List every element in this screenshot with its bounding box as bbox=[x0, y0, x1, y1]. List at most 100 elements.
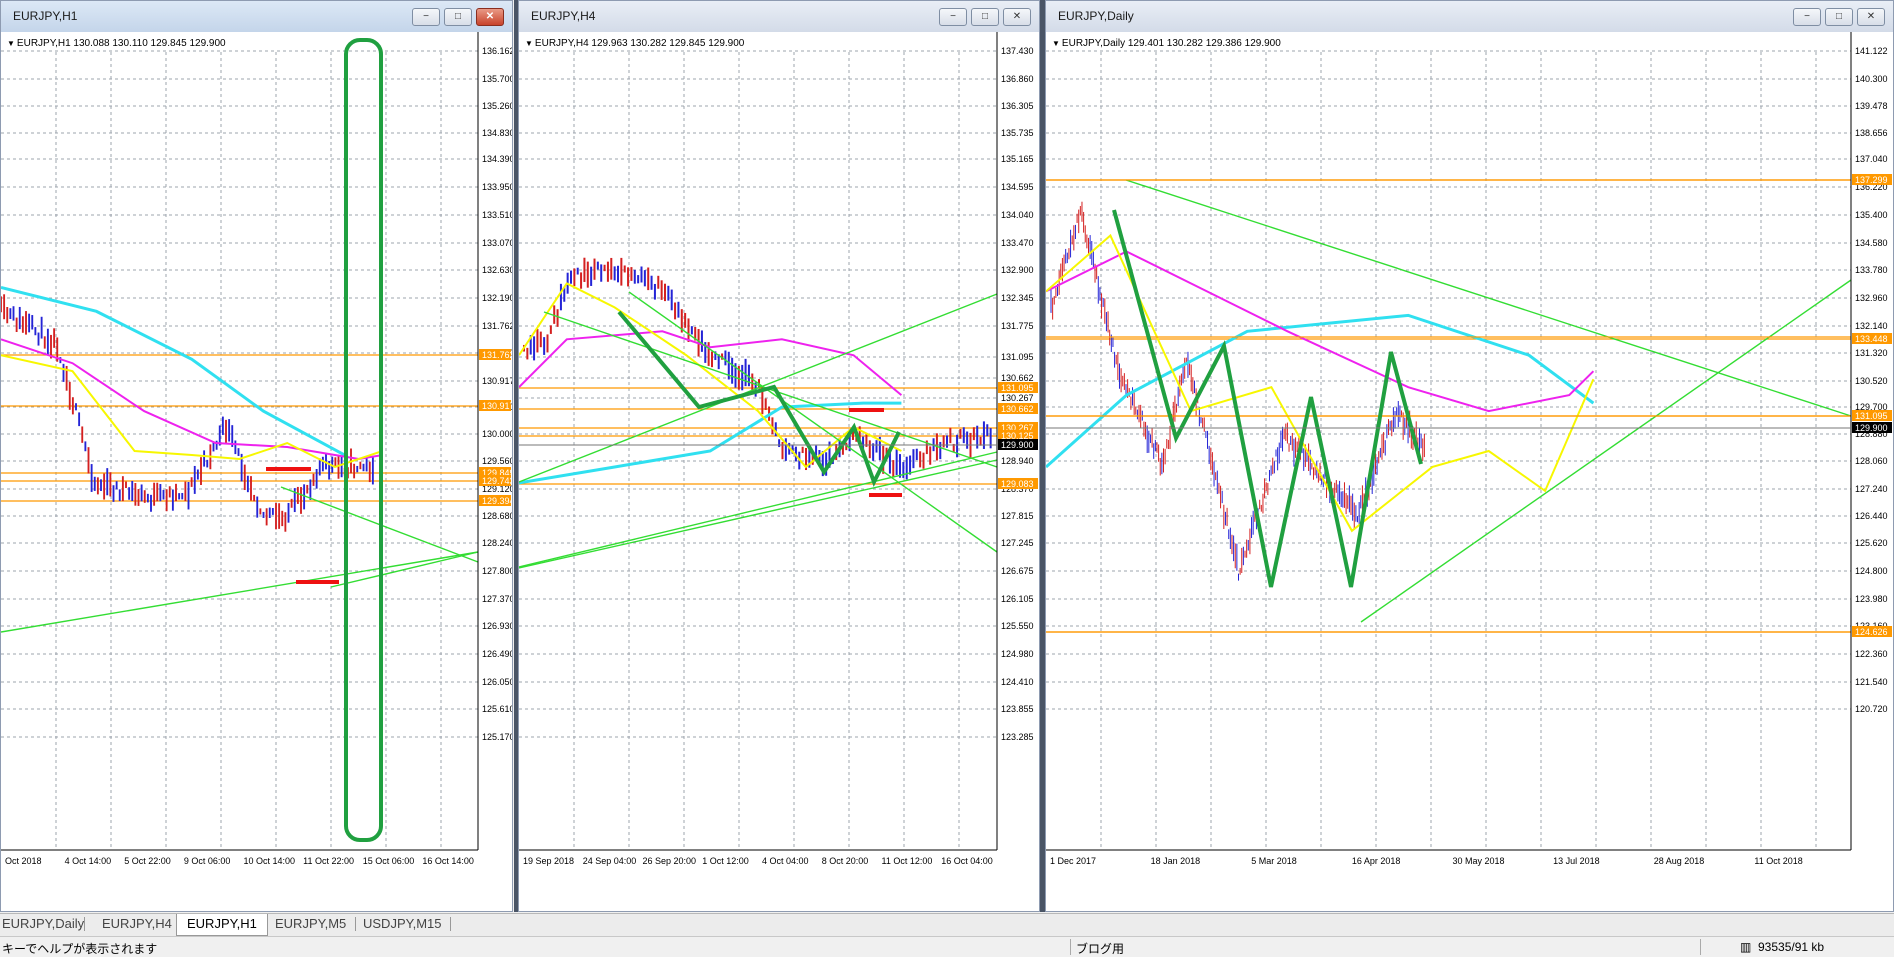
price-tick-label: 133.470 bbox=[1001, 238, 1034, 248]
price-tick-label: 131.775 bbox=[1001, 321, 1034, 331]
time-tick-label: 1 Dec 2017 bbox=[1050, 856, 1096, 866]
price-tick-label: 128.060 bbox=[1855, 456, 1888, 466]
trend-line bbox=[519, 451, 998, 568]
price-tick-label: 126.675 bbox=[1001, 566, 1034, 576]
tab-usdjpy-m15[interactable]: USDJPY,M15 bbox=[361, 914, 444, 934]
price-tick-label: 136.305 bbox=[1001, 101, 1034, 111]
price-chart-daily[interactable]: 141.122 140.300 139.478 138.656 137.040 136.2… bbox=[1046, 32, 1893, 911]
level-price-label: 124.626 bbox=[1855, 627, 1888, 637]
price-tick-label: 126.105 bbox=[1001, 594, 1034, 604]
price-tick-label: 131.762 bbox=[482, 321, 512, 331]
price-tick-label: 126.490 bbox=[482, 649, 512, 659]
symbol-info-line: ▼ EURJPY,H4 129.963 130.282 129.845 129.9… bbox=[525, 38, 745, 49]
price-tick-label: 125.610 bbox=[482, 704, 512, 714]
time-tick-label: 16 Oct 14:00 bbox=[422, 856, 474, 866]
price-tick-label: 132.960 bbox=[1855, 293, 1888, 303]
time-tick-label: 11 Oct 2018 bbox=[1754, 856, 1802, 866]
price-tick-label: 134.390 bbox=[482, 154, 512, 164]
price-tick-label: 125.550 bbox=[1001, 621, 1034, 631]
status-bar: キーでヘルプが表示されます ブログ用 ▥ 93535/91 kb bbox=[0, 936, 1894, 957]
price-tick-label: 131.095 bbox=[1001, 352, 1034, 362]
chart-window-h4[interactable]: EURJPY,H4 − □ ✕ 137.430 136.860 136.305 135… bbox=[518, 0, 1040, 912]
level-price-label: 131.095 bbox=[1001, 383, 1034, 393]
time-tick-label: 30 May 2018 bbox=[1453, 856, 1505, 866]
price-tick-label: 131.320 bbox=[1855, 348, 1888, 358]
price-tick-label: 139.478 bbox=[1855, 101, 1888, 111]
connection-icon: ▥ bbox=[1740, 940, 1752, 954]
close-button[interactable]: ✕ bbox=[1003, 8, 1031, 26]
maximize-button[interactable]: □ bbox=[1825, 8, 1853, 26]
window-titlebar[interactable]: EURJPY,H1 − □ ✕ bbox=[1, 1, 512, 33]
chart-canvas: 136.162 135.700 135.260 134.830 134.390 133.9… bbox=[1, 32, 512, 866]
dropdown-triangle-icon[interactable]: ▼ bbox=[7, 39, 15, 48]
level-price-label: 129.083 bbox=[1001, 479, 1034, 489]
time-tick-label: 9 Oct 06:00 bbox=[184, 856, 231, 866]
status-divider bbox=[1700, 939, 1701, 955]
price-tick-label: 134.595 bbox=[1001, 182, 1034, 192]
price-tick-label: 133.510 bbox=[482, 210, 512, 220]
close-button[interactable]: ✕ bbox=[476, 8, 504, 26]
price-tick-label: 132.140 bbox=[1855, 321, 1888, 331]
chart-window-h1[interactable]: EURJPY,H1 − □ ✕ 136.162 135.700 135.260 134… bbox=[0, 0, 513, 912]
minimize-button[interactable]: − bbox=[412, 8, 440, 26]
moving-average-line bbox=[519, 330, 903, 396]
price-tick-label: 126.050 bbox=[482, 677, 512, 687]
price-chart-h4[interactable]: 137.430 136.860 136.305 135.735 135.165 134.5… bbox=[519, 32, 1039, 911]
trend-line bbox=[1, 551, 479, 633]
time-tick-label: 11 Oct 12:00 bbox=[882, 856, 933, 866]
time-tick-label: Oct 2018 bbox=[5, 856, 42, 866]
price-tick-label: 132.345 bbox=[1001, 293, 1034, 303]
tab-eurjpy-h4[interactable]: EURJPY,H4 bbox=[100, 914, 174, 934]
maximize-button[interactable]: □ bbox=[444, 8, 472, 26]
time-tick-label: 13 Jul 2018 bbox=[1553, 856, 1600, 866]
current-price-label: 129.900 bbox=[1855, 423, 1888, 433]
window-titlebar[interactable]: EURJPY,Daily − □ ✕ bbox=[1046, 1, 1893, 33]
price-tick-label: 135.735 bbox=[1001, 128, 1034, 138]
time-tick-label: 11 Oct 22:00 bbox=[303, 856, 354, 866]
tab-divider bbox=[355, 917, 356, 931]
chart-canvas: 141.122140.300139.478138.656137.040136.2… bbox=[1046, 32, 1892, 866]
minimize-button[interactable]: − bbox=[1793, 8, 1821, 26]
tab-eurjpy-daily[interactable]: EURJPY,Daily bbox=[0, 914, 86, 934]
price-tick-label: 140.300 bbox=[1855, 74, 1888, 84]
chart-window-daily[interactable]: EURJPY,Daily − □ ✕ 141.122 140.300 139.478… bbox=[1045, 0, 1894, 912]
status-profile: ブログ用 bbox=[1076, 942, 1125, 956]
minimize-button[interactable]: − bbox=[939, 8, 967, 26]
moving-average-line bbox=[1, 338, 383, 460]
status-divider bbox=[1070, 939, 1071, 955]
price-tick-label: 122.360 bbox=[1855, 649, 1888, 659]
price-tick-label: 126.930 bbox=[482, 621, 512, 631]
price-tick-label: 134.580 bbox=[1855, 238, 1888, 248]
dropdown-triangle-icon[interactable]: ▼ bbox=[1052, 39, 1060, 48]
price-tick-label: 128.940 bbox=[1001, 456, 1034, 466]
price-chart-h1[interactable]: 136.162 135.700 135.260 134.830 134.390 133.9… bbox=[1, 32, 512, 911]
time-tick-label: 28 Aug 2018 bbox=[1654, 856, 1705, 866]
tab-divider bbox=[450, 917, 451, 931]
price-tick-label: 135.700 bbox=[482, 74, 512, 84]
price-tick-label: 135.165 bbox=[1001, 154, 1034, 164]
price-tick-label: 127.245 bbox=[1001, 538, 1034, 548]
price-tick-label: 137.040 bbox=[1855, 154, 1888, 164]
price-tick-label: 132.630 bbox=[482, 265, 512, 275]
time-tick-label: 5 Mar 2018 bbox=[1251, 856, 1297, 866]
time-tick-label: 8 Oct 20:00 bbox=[822, 856, 869, 866]
price-tick-label: 132.190 bbox=[482, 293, 512, 303]
tab-eurjpy-m5[interactable]: EURJPY,M5 bbox=[273, 914, 348, 934]
price-tick-label: 130.267 bbox=[1001, 393, 1034, 403]
price-tick-label: 136.860 bbox=[1001, 74, 1034, 84]
highlight-ellipse bbox=[344, 38, 383, 842]
dropdown-triangle-icon[interactable]: ▼ bbox=[525, 39, 533, 48]
price-tick-label: 130.000 bbox=[482, 429, 512, 439]
tab-eurjpy-h1[interactable]: EURJPY,H1 bbox=[176, 914, 268, 936]
maximize-button[interactable]: □ bbox=[971, 8, 999, 26]
time-tick-label: 26 Sep 20:00 bbox=[643, 856, 697, 866]
level-price-label: 133.448 bbox=[1855, 334, 1888, 344]
time-tick-label: 16 Apr 2018 bbox=[1352, 856, 1401, 866]
window-titlebar[interactable]: EURJPY,H4 − □ ✕ bbox=[519, 1, 1039, 33]
time-tick-label: 15 Oct 06:00 bbox=[363, 856, 415, 866]
trend-line bbox=[519, 459, 998, 569]
price-tick-label: 132.900 bbox=[1001, 265, 1034, 275]
close-button[interactable]: ✕ bbox=[1857, 8, 1885, 26]
price-tick-label: 134.040 bbox=[1001, 210, 1034, 220]
price-tick-label: 138.656 bbox=[1855, 128, 1888, 138]
